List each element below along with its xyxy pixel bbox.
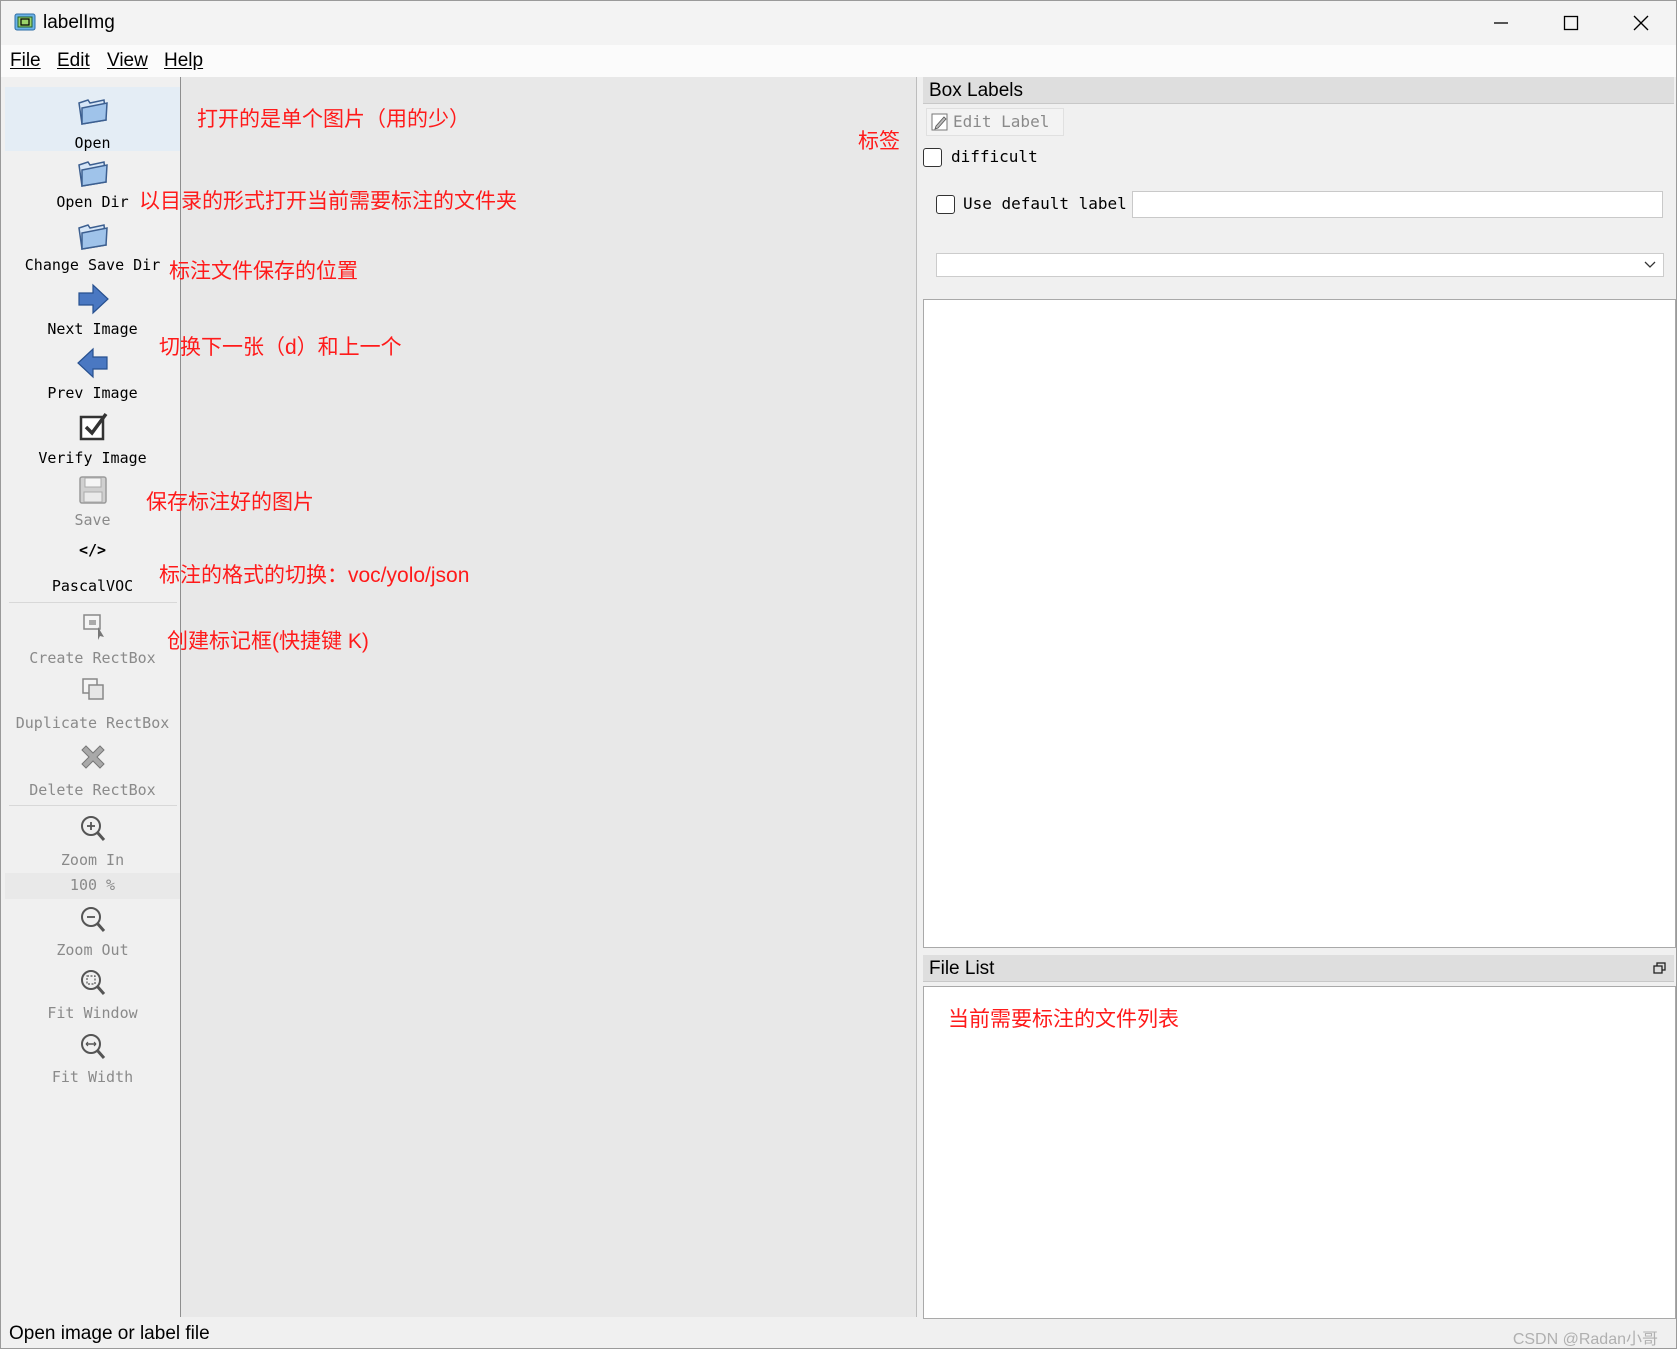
fit-width-label: Fit Width xyxy=(51,1068,134,1086)
default-label-input[interactable] xyxy=(1132,191,1663,218)
menu-file[interactable]: File xyxy=(10,50,41,72)
edit-pencil-icon xyxy=(931,113,948,131)
zoom-out-label: Zoom Out xyxy=(56,941,129,959)
folder-open-icon xyxy=(78,99,108,125)
annotation-save: 保存标注好的图片 xyxy=(146,491,314,514)
create-rectbox-icon xyxy=(83,614,104,640)
title-bar: labelImg xyxy=(1,1,1676,45)
file-list-dock-title: File List xyxy=(923,955,1674,982)
watermark: CSDN @Radan小哥 xyxy=(1512,1331,1658,1348)
annotation-format: 标注的格式的切换：voc/yolo/json xyxy=(159,564,470,587)
zoom-out-icon xyxy=(81,907,106,932)
change-save-dir-button[interactable]: Change Save Dir xyxy=(5,213,180,277)
zoom-out-button[interactable]: Zoom Out xyxy=(5,899,180,961)
fit-width-icon xyxy=(81,1034,106,1059)
duplicate-icon xyxy=(82,678,104,700)
zoom-value-spinbox[interactable]: 100 % xyxy=(5,873,180,899)
open-button[interactable]: Open xyxy=(5,87,180,152)
label-combobox[interactable] xyxy=(936,253,1664,277)
maximize-icon xyxy=(1563,15,1579,31)
menu-view[interactable]: View xyxy=(107,50,148,72)
fit-width-button[interactable]: Fit Width xyxy=(5,1025,180,1089)
maximize-button[interactable] xyxy=(1536,1,1606,45)
labelimg-window: labelImg File Edit View Help Open Open D… xyxy=(0,0,1677,1349)
annotation-file-list: 当前需要标注的文件列表 xyxy=(948,1008,1179,1031)
annotation-open: 打开的是单个图片（用的少） xyxy=(197,108,470,131)
duplicate-rectbox-button[interactable]: Duplicate RectBox xyxy=(5,668,180,734)
folder-open-icon xyxy=(78,161,108,187)
checkbox-checked-icon xyxy=(79,412,108,441)
verify-image-button[interactable]: Verify Image xyxy=(5,405,180,469)
minimize-icon xyxy=(1494,22,1508,24)
open-label: Open xyxy=(74,134,111,152)
use-default-label-checkbox[interactable] xyxy=(936,195,955,214)
annotation-labels: 标签 xyxy=(858,130,900,153)
toolbar: Open Open Dir Change Save Dir Next Image xyxy=(5,77,182,1317)
duplicate-rectbox-label: Duplicate RectBox xyxy=(15,714,170,732)
verify-image-label: Verify Image xyxy=(38,449,147,467)
app-icon xyxy=(14,13,36,31)
floppy-disk-icon xyxy=(79,476,107,504)
create-rectbox-button[interactable]: Create RectBox xyxy=(5,604,180,668)
difficult-label: difficult xyxy=(951,147,1038,166)
fit-window-button[interactable]: Fit Window xyxy=(5,961,180,1025)
close-icon xyxy=(1633,15,1649,31)
status-text: Open image or label file xyxy=(9,1323,210,1344)
prev-image-label: Prev Image xyxy=(47,384,138,402)
edit-label-text: Edit Label xyxy=(953,112,1050,131)
zoom-in-icon xyxy=(81,816,106,841)
create-rectbox-label: Create RectBox xyxy=(29,649,156,667)
next-image-label: Next Image xyxy=(47,320,138,338)
close-button[interactable] xyxy=(1606,1,1676,45)
format-label: PascalVOC xyxy=(51,577,134,595)
change-save-dir-label: Change Save Dir xyxy=(24,256,161,274)
edit-label-button[interactable]: Edit Label xyxy=(926,108,1064,136)
annotation-create: 创建标记框(快捷键 K) xyxy=(167,630,369,653)
prev-image-button[interactable]: Prev Image xyxy=(5,341,180,405)
next-image-button[interactable]: Next Image xyxy=(5,277,180,341)
chevron-down-icon xyxy=(1644,261,1656,268)
fit-window-icon xyxy=(81,970,106,995)
annotation-next-prev: 切换下一张（d）和上一个 xyxy=(159,336,402,359)
window-title: labelImg xyxy=(43,12,115,33)
arrow-right-icon xyxy=(78,283,109,315)
file-list-title: File List xyxy=(929,958,995,979)
toolbar-separator xyxy=(9,805,177,806)
minimize-button[interactable] xyxy=(1466,1,1536,45)
zoom-value: 100 % xyxy=(69,876,116,894)
delete-rectbox-label: Delete RectBox xyxy=(29,781,156,799)
annotation-open-dir: 以目录的形式打开当前需要标注的文件夹 xyxy=(139,190,517,213)
menu-help[interactable]: Help xyxy=(164,50,203,72)
difficult-checkbox[interactable] xyxy=(923,148,942,167)
float-dock-icon[interactable] xyxy=(1653,962,1666,975)
zoom-in-label: Zoom In xyxy=(60,851,125,869)
annotation-change-save-dir: 标注文件保存的位置 xyxy=(169,260,358,283)
zoom-in-button[interactable]: Zoom In xyxy=(5,807,180,871)
file-list[interactable]: 当前需要标注的文件列表 xyxy=(923,986,1676,1319)
arrow-left-icon xyxy=(77,347,108,379)
menu-edit[interactable]: Edit xyxy=(57,50,90,72)
delete-rectbox-button[interactable]: Delete RectBox xyxy=(5,734,180,802)
format-toggle-button[interactable]: </> PascalVOC xyxy=(5,533,180,599)
box-labels-dock-title: Box Labels xyxy=(923,77,1674,104)
label-list[interactable] xyxy=(923,299,1676,948)
status-bar: Open image or label file CSDN @Radan小哥 xyxy=(1,1319,1676,1348)
box-labels-title: Box Labels xyxy=(929,80,1024,101)
code-icon: </> xyxy=(78,541,107,559)
toolbar-separator xyxy=(9,602,177,603)
use-default-label-label: Use default label xyxy=(963,194,1127,213)
delete-x-icon xyxy=(81,745,105,769)
menu-bar: File Edit View Help xyxy=(1,45,1676,77)
fit-window-label: Fit Window xyxy=(47,1004,138,1022)
folder-open-icon xyxy=(78,224,108,250)
